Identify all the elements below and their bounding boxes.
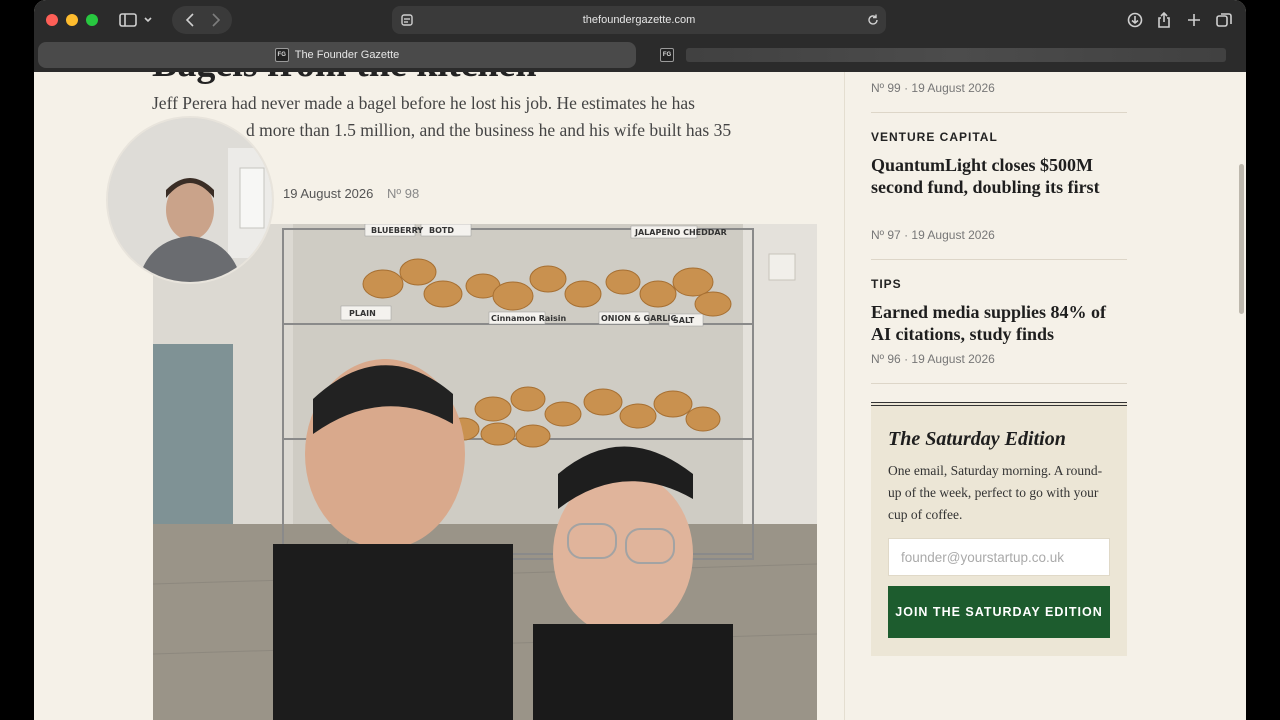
standfirst-line-2: d more than 1.5 million, and the busines… bbox=[246, 120, 732, 140]
tab-second[interactable]: FG bbox=[660, 42, 1226, 68]
photo-label-salt: SALT bbox=[673, 316, 695, 325]
downloads-button[interactable] bbox=[1124, 8, 1146, 32]
chevron-left-icon bbox=[185, 13, 194, 27]
photo-label-jalapeno-cheddar: JALAPENO CHEDDAR bbox=[634, 228, 727, 237]
tab-overview-button[interactable] bbox=[1213, 8, 1235, 32]
newsletter-title: The Saturday Edition bbox=[888, 428, 1066, 450]
sidebar-item-title[interactable]: Earned media supplies 84% of AI citation… bbox=[871, 301, 1127, 345]
tab-title: The Founder Gazette bbox=[294, 49, 400, 61]
minimize-window-button[interactable] bbox=[66, 14, 78, 26]
close-window-button[interactable] bbox=[46, 14, 58, 26]
sidebar-divider bbox=[844, 72, 845, 720]
sidebar-toggle-button[interactable] bbox=[116, 8, 156, 32]
photo-label-botd: BOTD bbox=[429, 226, 454, 235]
standfirst-line-1: Jeff Perera had never made a bagel befor… bbox=[152, 93, 695, 113]
bagel-shop-photo: BLUEBERRY BOTD JALAPENO CHEDDAR PLAIN Ci… bbox=[153, 224, 817, 720]
tab-the-founder-gazette[interactable]: FG The Founder Gazette bbox=[38, 42, 636, 68]
sidebar-icon bbox=[119, 13, 152, 27]
page-settings-icon bbox=[401, 14, 413, 26]
blurred-tab-title bbox=[686, 48, 1226, 62]
join-saturday-edition-button[interactable]: JOIN THE SATURDAY EDITION bbox=[888, 586, 1110, 638]
page-scrollbar[interactable] bbox=[1239, 164, 1244, 314]
newsletter-email-input[interactable] bbox=[888, 538, 1110, 576]
back-button[interactable] bbox=[178, 8, 202, 32]
sidebar-item-title[interactable]: QuantumLight closes $500M second fund, d… bbox=[871, 154, 1127, 198]
photo-label-cinnamon-raisin: Cinnamon Raisin bbox=[491, 314, 567, 323]
newsletter-signup-box: The Saturday Edition One email, Saturday… bbox=[871, 402, 1127, 656]
sidebar-divider-line bbox=[871, 383, 1127, 384]
article-meta: 19 August 2026 Nº 98 bbox=[283, 186, 419, 201]
browser-toolbar: thefoundergazette.com FG The Founder Gaz… bbox=[34, 0, 1246, 73]
zoom-window-button[interactable] bbox=[86, 14, 98, 26]
presenter-avatar bbox=[108, 118, 272, 282]
photo-label-onion-garlic: ONION & GARLIC bbox=[601, 314, 677, 323]
article-photo: BLUEBERRY BOTD JALAPENO CHEDDAR PLAIN Ci… bbox=[153, 224, 817, 720]
tab-overview-icon bbox=[1216, 13, 1232, 27]
photo-label-blueberry: BLUEBERRY bbox=[371, 226, 423, 235]
article-issue: Nº 98 bbox=[386, 186, 420, 201]
tab-bar: FG The Founder Gazette FG bbox=[34, 42, 1246, 70]
chevron-right-icon bbox=[212, 13, 221, 27]
sidebar-item-category[interactable]: TIPS bbox=[871, 277, 902, 291]
download-icon bbox=[1127, 12, 1143, 28]
sidebar-top-meta: Nº 99 · 19 August 2026 bbox=[871, 81, 995, 95]
share-button[interactable] bbox=[1153, 8, 1175, 32]
plus-icon bbox=[1188, 14, 1200, 26]
new-tab-button[interactable] bbox=[1183, 8, 1205, 32]
sidebar-item-category[interactable]: VENTURE CAPITAL bbox=[871, 130, 998, 144]
page-content: Bagels from the kitchen Jeff Perera had … bbox=[34, 72, 1246, 720]
sidebar-item-meta: Nº 96 · 19 August 2026 bbox=[871, 352, 995, 366]
forward-button[interactable] bbox=[204, 8, 228, 32]
navigation-buttons bbox=[172, 6, 232, 34]
sidebar-item-meta: Nº 97 · 19 August 2026 bbox=[871, 228, 995, 242]
article-standfirst: Jeff Perera had never made a bagel befor… bbox=[152, 90, 812, 144]
address-bar[interactable]: thefoundergazette.com bbox=[392, 6, 886, 34]
article-headline: Bagels from the kitchen bbox=[152, 72, 537, 86]
sidebar-divider-line bbox=[871, 112, 1127, 113]
favicon-icon: FG bbox=[274, 48, 289, 62]
share-icon bbox=[1158, 12, 1170, 28]
reload-icon[interactable] bbox=[866, 13, 880, 27]
article-date: 19 August 2026 bbox=[283, 186, 374, 201]
url-text: thefoundergazette.com bbox=[582, 14, 696, 26]
favicon-icon: FG bbox=[660, 48, 674, 62]
browser-window: thefoundergazette.com FG The Founder Gaz… bbox=[34, 0, 1246, 720]
newsletter-description: One email, Saturday morning. A round-up … bbox=[888, 463, 1103, 522]
photo-label-plain: PLAIN bbox=[349, 309, 376, 318]
presenter-webcam-bubble bbox=[106, 116, 274, 284]
sidebar-divider-line bbox=[871, 259, 1127, 260]
